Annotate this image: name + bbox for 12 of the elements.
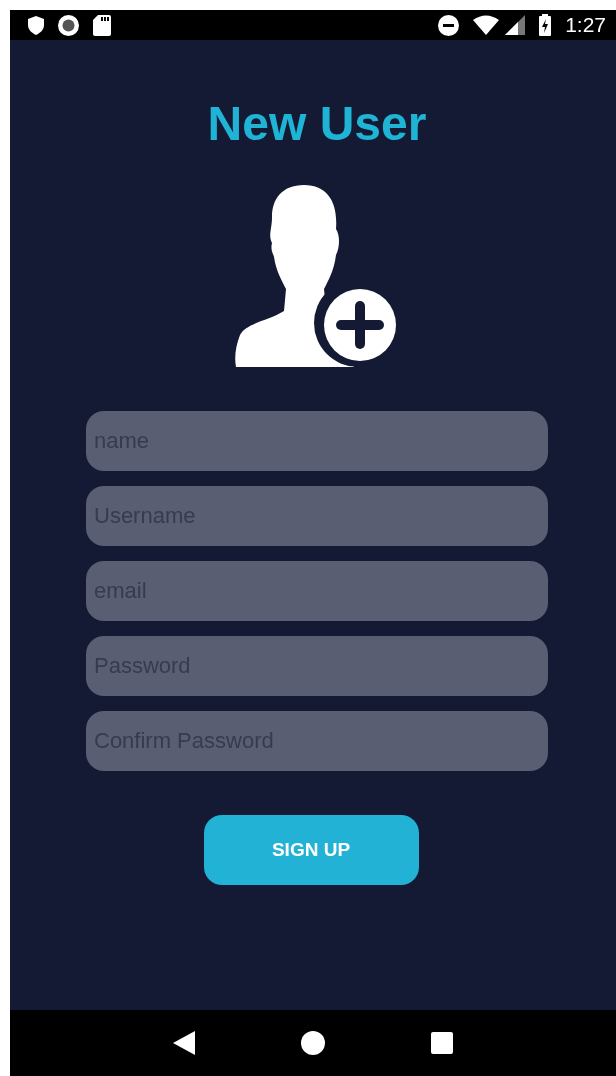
record-icon	[58, 14, 79, 36]
sign-up-button[interactable]: SIGN UP	[203, 815, 419, 885]
shield-icon	[28, 15, 44, 35]
signal-icon	[505, 15, 526, 35]
wifi-icon	[473, 15, 500, 35]
sd-card-icon	[93, 14, 111, 36]
back-icon[interactable]	[173, 1031, 195, 1055]
battery-icon	[539, 14, 552, 36]
page-title: New User	[207, 96, 427, 152]
clock-time: 1:27	[565, 13, 606, 37]
home-icon[interactable]	[301, 1031, 325, 1055]
do-not-disturb-icon	[438, 14, 460, 36]
